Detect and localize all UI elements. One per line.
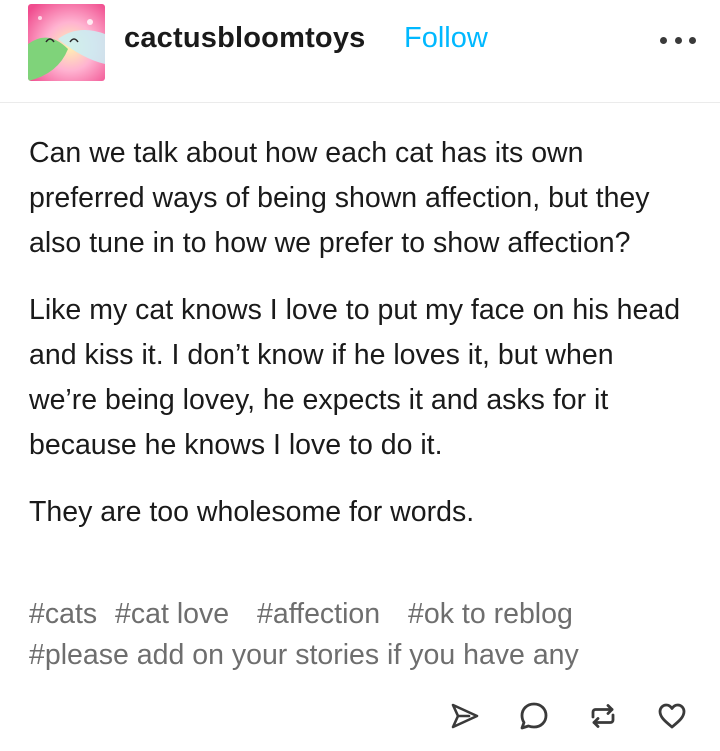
post-actions [414, 698, 690, 734]
tag[interactable]: #affection [257, 598, 380, 630]
dot [689, 36, 696, 44]
heart-icon[interactable] [654, 698, 690, 734]
post-paragraph: They are too wholesome for words. [29, 496, 475, 528]
post-header: cactusbloomtoys Follow [0, 0, 720, 103]
dot [674, 36, 682, 44]
post-body: Can we talk about how each cat has its o… [29, 131, 689, 557]
more-dots-icon[interactable] [660, 30, 696, 50]
dot [660, 36, 667, 44]
reblog-icon[interactable] [585, 698, 621, 734]
tag[interactable]: #please add on your stories if you have … [29, 639, 579, 671]
post-tags: #cats #cat love #affection #ok to reblog… [29, 594, 699, 676]
username[interactable]: cactusbloomtoys [124, 22, 366, 55]
tag[interactable]: #cat love [115, 598, 229, 630]
follow-button[interactable]: Follow [404, 22, 488, 55]
tag[interactable]: #cats [29, 598, 97, 630]
avatar-image [28, 4, 105, 81]
reply-bubble-icon[interactable] [516, 698, 552, 734]
tag[interactable]: #ok to reblog [408, 598, 573, 630]
avatar[interactable] [28, 4, 105, 81]
share-send-icon[interactable] [447, 698, 483, 734]
post-paragraph: Like my cat knows I love to put my face … [29, 294, 681, 461]
post-paragraph: Can we talk about how each cat has its o… [29, 137, 650, 259]
